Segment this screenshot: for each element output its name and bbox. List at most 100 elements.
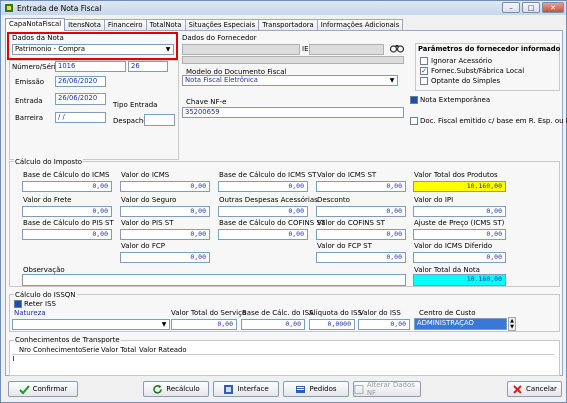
- chave-label: Chave NF-e: [186, 98, 227, 106]
- valor-icms-st-label: Valor do ICMS ST: [317, 171, 377, 179]
- optante-simples-label: Optante do Simples: [431, 77, 501, 85]
- ie-field: [309, 44, 384, 55]
- interface-icon: [224, 384, 234, 394]
- base-icms-st-field[interactable]: 0,00: [218, 181, 308, 192]
- centro-custo-select[interactable]: ADMINISTRAÇÃO: [414, 318, 507, 330]
- tipo-nota-select[interactable]: Patrimonio - Compra ▼: [12, 44, 174, 55]
- total-produtos-field[interactable]: 10.160,00: [413, 181, 506, 192]
- barreira-field[interactable]: / /: [55, 112, 106, 123]
- valor-icms-field[interactable]: 0,00: [120, 181, 210, 192]
- numero-field[interactable]: 1016: [55, 61, 126, 72]
- base-iss-field[interactable]: 0,00: [241, 319, 305, 330]
- servico-label: Valor Total do Serviço: [171, 309, 247, 317]
- cancel-icon: [513, 384, 522, 394]
- modelo-select[interactable]: Nota Fiscal Eletrônica ▼: [182, 75, 398, 86]
- valor-ipi-field[interactable]: 0,00: [413, 206, 506, 217]
- dados-nota-group: [9, 60, 179, 160]
- fornecedor-label: Dados do Fornecedor: [182, 34, 257, 42]
- aliquota-field[interactable]: 0,0000: [309, 319, 355, 330]
- imposto-label: Cálculo do Imposto: [14, 158, 84, 166]
- tab-capa-nota-fiscal[interactable]: CapaNotaFiscal: [5, 18, 66, 31]
- servico-field[interactable]: 0,00: [171, 319, 237, 330]
- base-pis-st-label: Base de Cálculo do PIS ST: [23, 219, 114, 227]
- total-nota-field[interactable]: 10.160,00: [413, 274, 506, 286]
- valor-icms-st-field[interactable]: 0,00: [316, 181, 406, 192]
- extemporanea-checkbox[interactable]: [410, 96, 418, 104]
- valor-cofins-st-label: Valor do COFINS ST: [317, 219, 385, 227]
- edit-icon: [354, 384, 364, 394]
- title-bar: Entrada de Nota Fiscal – □ ✕: [1, 1, 566, 15]
- chevron-down-icon: ▼: [161, 321, 167, 328]
- pedidos-icon: [296, 385, 306, 393]
- fornecedor-name-field: [182, 56, 404, 64]
- recalculo-button[interactable]: Recálculo: [143, 381, 209, 397]
- desconto-field[interactable]: 0,00: [316, 206, 406, 217]
- check-icon: [18, 384, 30, 394]
- binoculars-icon[interactable]: [390, 43, 404, 53]
- ajuste-preco-label: Ajuste de Preço (ICMS ST): [414, 219, 505, 227]
- chave-nfe-field[interactable]: 35200659: [182, 107, 404, 118]
- ajuste-preco-field[interactable]: 0,00: [413, 229, 506, 240]
- natureza-select[interactable]: ▼: [12, 319, 170, 330]
- tipo-entrada-label: Tipo Entrada: [113, 101, 158, 109]
- col-valor-rateado[interactable]: Valor Rateado: [139, 346, 187, 354]
- col-nro-conhecimento[interactable]: Nro Conhecimento: [19, 346, 82, 354]
- optante-simples-checkbox[interactable]: [420, 77, 428, 85]
- observacao-label: Observação: [23, 266, 65, 274]
- observacao-field[interactable]: [22, 274, 406, 286]
- app-icon: [5, 4, 13, 12]
- outras-despesas-field[interactable]: 0,00: [218, 206, 308, 217]
- icms-diferido-label: Valor do ICMS Diferido: [414, 242, 493, 250]
- col-valor-total[interactable]: Valor Total: [101, 346, 136, 354]
- pedidos-button[interactable]: Pedidos: [283, 381, 349, 397]
- extemporanea-label: Nota Extemporânea: [420, 96, 491, 104]
- centro-spin-icon[interactable]: ▲ ▼: [508, 317, 516, 331]
- valor-cofins-st-field[interactable]: 0,00: [316, 229, 406, 240]
- valor-seguro-field[interactable]: 0,00: [120, 206, 210, 217]
- refresh-icon: [153, 384, 163, 394]
- nota-fiscal-window: Entrada de Nota Fiscal – □ ✕ CapaNotaFis…: [0, 0, 567, 403]
- desconto-label: Desconto: [317, 196, 350, 204]
- reter-iss-label: Reter ISS: [24, 300, 56, 308]
- cancelar-button[interactable]: Cancelar: [507, 381, 562, 397]
- valor-fcp-st-label: Valor do FCP ST: [317, 242, 372, 250]
- recalculo-label: Recálculo: [166, 385, 200, 393]
- valor-iss-field[interactable]: 0,00: [358, 319, 410, 330]
- fornec-subst-checkbox[interactable]: ✓: [420, 67, 428, 75]
- chevron-down-icon: ▼: [389, 77, 395, 84]
- valor-frete-field[interactable]: 0,00: [22, 206, 112, 217]
- close-button[interactable]: ✕: [542, 2, 564, 13]
- doc-fiscal-label: Doc. Fiscal emitido c/ base em R. Esp. o…: [420, 117, 567, 125]
- maximize-button[interactable]: □: [522, 2, 540, 13]
- numero-serie-label: Número/Série: [12, 63, 61, 71]
- entrada-field[interactable]: 26/06/2020: [55, 93, 106, 105]
- base-cofins-st-field[interactable]: 0,00: [218, 229, 308, 240]
- interface-button[interactable]: Interface: [213, 381, 279, 397]
- chevron-down-icon: ▼: [165, 46, 171, 53]
- emissao-field[interactable]: 26/06/2020: [55, 76, 106, 87]
- valor-ipi-label: Valor do IPI: [414, 196, 454, 204]
- serie-field[interactable]: 26: [128, 61, 168, 72]
- pedidos-label: Pedidos: [309, 385, 337, 393]
- base-icms-label: Base de Cálculo do ICMS: [23, 171, 110, 179]
- despacho-field[interactable]: [144, 114, 175, 126]
- valor-fcp-field[interactable]: 0,00: [120, 252, 210, 263]
- ignorar-acessorio-checkbox[interactable]: [420, 57, 428, 65]
- valor-fcp-st-field[interactable]: 0,00: [316, 252, 406, 263]
- icms-diferido-field[interactable]: 0,00: [413, 252, 506, 263]
- valor-fcp-label: Valor do FCP: [121, 242, 165, 250]
- base-iss-label: Base de Cálc. do ISS: [242, 309, 314, 317]
- minimize-button[interactable]: –: [502, 2, 520, 13]
- base-icms-field[interactable]: 0,00: [22, 181, 112, 192]
- fornec-subst-label: Fornec.Subst/Fábrica Local: [431, 67, 525, 75]
- confirmar-label: Confirmar: [32, 385, 68, 393]
- natureza-label: Natureza: [14, 309, 46, 317]
- valor-pis-st-field[interactable]: 0,00: [120, 229, 210, 240]
- confirmar-button[interactable]: Confirmar: [8, 381, 78, 397]
- base-pis-st-field[interactable]: 0,00: [22, 229, 112, 240]
- col-serie[interactable]: Serie: [82, 346, 99, 354]
- doc-fiscal-checkbox[interactable]: [410, 117, 418, 125]
- total-produtos-label: Valor Total dos Produtos: [414, 171, 498, 179]
- alterar-dados-nf-button[interactable]: Alterar Dados NF: [353, 381, 421, 397]
- reter-iss-checkbox[interactable]: [14, 300, 22, 308]
